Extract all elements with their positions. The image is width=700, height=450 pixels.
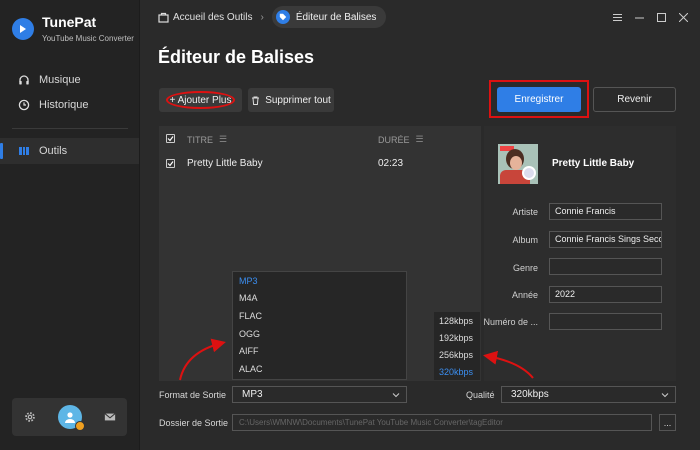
sidebar-item-label: Historique [39,99,89,111]
clock-icon [18,99,30,111]
save-button[interactable]: Enregistrer [497,87,581,112]
track-number-label: Numéro de ... [483,317,538,327]
chevron-down-icon [661,393,669,398]
track-title: Pretty Little Baby [187,158,263,169]
quality-label: Qualité [466,390,495,400]
breadcrumb-home-label: Accueil des Outils [173,11,253,23]
top-bar: Accueil des Outils › Éditeur de Balises [140,0,700,34]
minimize-icon[interactable] [628,10,650,24]
album-label: Album [512,235,538,245]
genre-label: Genre [512,263,538,273]
brand: TunePat YouTube Music Converter [12,14,134,44]
app-name: TunePat [42,14,97,30]
tools-icon [19,147,29,155]
row-checkbox[interactable] [166,159,175,168]
select-all-checkbox[interactable] [166,134,175,143]
sidebar: TunePat YouTube Music Converter Musique … [0,0,140,450]
column-duration-label: DURÉE [378,134,410,145]
menu-icon[interactable] [606,10,628,24]
output-format-label: Format de Sortie [159,390,227,400]
year-label: Année [511,290,538,300]
headphones-icon [19,75,29,85]
format-option-flac[interactable]: FLAC [233,307,406,325]
table-header: TITRE ☰ DURÉE ☰ [159,126,481,150]
mail-icon[interactable] [103,410,117,424]
format-option-m4a[interactable]: M4A [233,290,406,308]
highlight-ring [166,91,235,109]
quality-value: 320kbps [511,389,549,400]
output-folder-label: Dossier de Sortie [159,418,229,428]
delete-all-button[interactable]: Supprimer tout [248,88,334,112]
sidebar-divider [12,128,128,129]
user-avatar[interactable] [57,405,85,431]
column-duration-header[interactable]: DURÉE ☰ [378,134,424,145]
sidebar-footer [12,398,127,436]
tag-icon [275,10,290,24]
back-button[interactable]: Revenir [593,87,676,112]
sidebar-item-musique[interactable]: Musique [0,67,139,93]
breadcrumb-current: Éditeur de Balises [271,6,387,28]
breadcrumb-separator-icon: › [260,11,264,23]
output-format-value: MP3 [242,389,263,400]
sidebar-item-label: Outils [39,145,68,157]
maximize-icon[interactable] [650,10,672,24]
format-option-aiff[interactable]: AIFF [233,342,406,360]
artist-field[interactable]: Connie Francis [549,203,662,220]
chevron-down-icon [392,393,400,398]
output-folder-path[interactable]: C:\Users\WMNW\Documents\TunePat YouTube … [232,414,652,431]
quality-option-128[interactable]: 128kbps [434,312,480,329]
sidebar-item-label: Musique [39,74,81,86]
track-number-field[interactable] [549,313,662,330]
cover-track-title: Pretty Little Baby [552,158,635,169]
sort-icon: ☰ [219,134,228,144]
output-format-select[interactable]: MP3 [232,386,407,403]
check-icon [167,136,174,142]
premium-badge-icon [74,421,85,431]
page-title: Éditeur de Balises [158,47,315,67]
artist-label: Artiste [512,207,538,217]
album-cover [498,144,538,184]
tag-details-panel: Pretty Little Baby Artiste Connie Franci… [483,126,676,381]
column-title-header[interactable]: TITRE ☰ [187,134,227,145]
breadcrumb-home[interactable]: Accueil des Outils [158,12,252,23]
format-option-alac[interactable]: ALAC [233,360,406,378]
breadcrumb-current-label: Éditeur de Balises [295,11,377,23]
quality-option-192[interactable]: 192kbps [434,329,480,346]
year-field[interactable]: 2022 [549,286,662,303]
quality-option-320[interactable]: 320kbps [434,363,480,380]
album-field[interactable]: Connie Francis Sings Second [549,231,662,248]
sidebar-item-historique[interactable]: Historique [0,92,139,118]
browse-folder-button[interactable]: ... [659,414,676,431]
format-dropdown-list: MP3 M4A FLAC OGG AIFF ALAC [232,271,407,380]
window-controls [606,10,694,24]
app-subtitle: YouTube Music Converter [42,34,134,43]
format-option-mp3[interactable]: MP3 [233,272,406,290]
trash-icon [252,96,260,105]
track-duration: 02:23 [378,158,404,169]
toolbox-icon [158,12,169,23]
settings-gear-icon[interactable] [23,410,37,424]
genre-field[interactable] [549,258,662,275]
tunepat-logo-icon [12,18,34,40]
column-title-label: TITRE [187,134,213,145]
quality-select[interactable]: 320kbps [501,386,676,403]
quality-dropdown-list: 128kbps 192kbps 256kbps 320kbps [434,312,480,380]
close-icon[interactable] [672,10,694,24]
quality-option-256[interactable]: 256kbps [434,346,480,363]
check-icon [167,161,174,167]
sort-icon: ☰ [415,134,424,144]
format-option-ogg[interactable]: OGG [233,325,406,343]
add-more-button[interactable]: + Ajouter Plus [159,88,242,112]
sidebar-item-outils[interactable]: Outils [0,138,139,164]
delete-all-label: Supprimer tout [265,94,331,106]
